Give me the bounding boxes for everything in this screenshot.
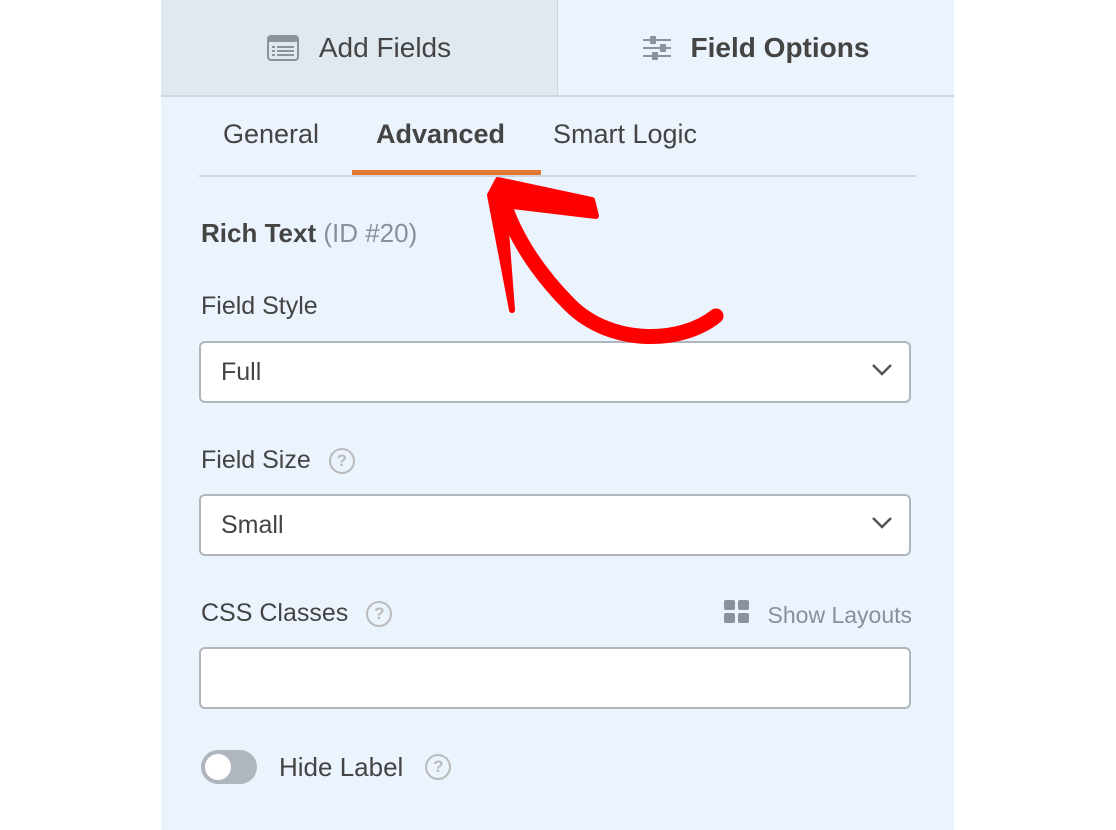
field-style-select[interactable]: Full: [199, 341, 911, 403]
hide-label-label: Hide Label: [279, 751, 404, 782]
field-type-name: Rich Text: [201, 218, 317, 248]
show-layouts-label: Show Layouts: [767, 601, 912, 628]
field-size-label-row: Field Size ?: [201, 446, 355, 475]
sliders-icon: [642, 35, 671, 61]
chevron-down-icon: [871, 363, 893, 382]
tab-add-fields-label: Add Fields: [318, 31, 452, 63]
field-size-select[interactable]: Small: [199, 494, 911, 556]
subtab-general[interactable]: General: [223, 119, 319, 150]
field-options-panel: Add Fields Field Options General Advance…: [161, 0, 954, 830]
panel-tabs: Add Fields Field Options: [161, 0, 954, 97]
help-icon[interactable]: ?: [425, 754, 452, 780]
active-subtab-indicator: [352, 170, 541, 175]
help-icon[interactable]: ?: [366, 600, 393, 627]
field-id: (ID #20): [323, 218, 418, 248]
css-classes-input[interactable]: [199, 647, 911, 709]
toggle-knob: [205, 754, 231, 780]
help-icon[interactable]: ?: [328, 447, 355, 474]
tab-field-options[interactable]: Field Options: [558, 0, 954, 95]
chevron-down-icon: [871, 516, 893, 535]
tab-add-fields[interactable]: Add Fields: [161, 0, 558, 95]
tab-field-options-label: Field Options: [690, 31, 870, 63]
hide-label-row: Hide Label ?: [201, 750, 452, 784]
field-size-label: Field Size: [201, 446, 311, 474]
list-form-icon: [266, 34, 299, 61]
grid-icon: [723, 600, 750, 630]
hide-label-toggle[interactable]: [201, 750, 257, 784]
field-heading: Rich Text (ID #20): [201, 218, 417, 249]
field-size-value: Small: [221, 511, 284, 539]
subtab-smart-logic[interactable]: Smart Logic: [553, 119, 697, 150]
css-classes-label-row: CSS Classes ?: [201, 599, 393, 628]
css-classes-label: CSS Classes: [201, 599, 349, 627]
field-style-label-row: Field Style: [201, 292, 318, 321]
show-layouts-link[interactable]: Show Layouts: [723, 600, 912, 630]
field-style-value: Full: [221, 358, 262, 386]
field-style-label: Field Style: [201, 292, 318, 320]
field-option-subtabs: General Advanced Smart Logic: [199, 97, 916, 177]
subtab-advanced[interactable]: Advanced: [376, 119, 505, 150]
